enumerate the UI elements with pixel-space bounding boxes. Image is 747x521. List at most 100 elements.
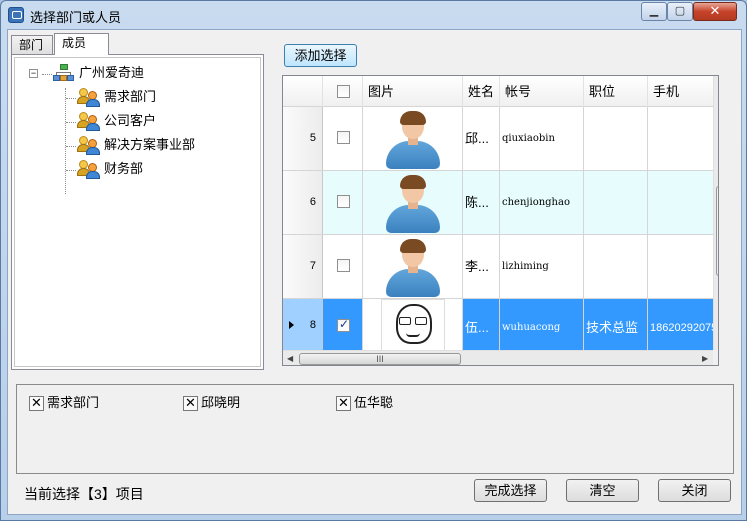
photo-cell: [363, 107, 463, 170]
org-tree[interactable]: − 广州爱奇迪 需求部门 公司客户 解决方案事业部 财务部: [14, 57, 261, 367]
row-header[interactable]: 6: [283, 171, 323, 234]
phone-cell: 18620292075: [648, 299, 714, 351]
user-group-icon: [77, 87, 101, 107]
account-cell: wuhuacong: [500, 299, 584, 351]
photo-cell: [363, 235, 463, 298]
title-bar: 选择部门或人员 ▁ ▢ ✕: [1, 1, 746, 29]
close-button[interactable]: 关闭: [658, 479, 731, 502]
selected-items-panel: ✕ 需求部门 ✕ 邱晓明 ✕ 伍华聪: [16, 384, 734, 474]
tree-guide-line: [65, 88, 66, 194]
current-row-arrow-icon: [289, 321, 294, 329]
selected-chip-label: 需求部门: [47, 395, 100, 410]
name-cell: 伍...: [463, 299, 500, 351]
tree-guide-line: [66, 146, 76, 147]
user-group-icon: [77, 159, 101, 179]
remove-icon[interactable]: ✕: [336, 396, 351, 412]
row-checkbox[interactable]: [337, 195, 350, 208]
position-cell: [584, 107, 648, 170]
user-group-icon: [77, 111, 101, 131]
column-header-phone[interactable]: 手机: [648, 76, 714, 107]
scroll-right-arrow-icon[interactable]: ▶: [702, 354, 708, 363]
column-header-name[interactable]: 姓名: [463, 76, 500, 107]
minimize-button[interactable]: ▁: [641, 2, 667, 21]
clear-button[interactable]: 清空: [566, 479, 639, 502]
name-cell: 邱...: [463, 107, 500, 170]
tab-department[interactable]: 部门: [11, 35, 53, 54]
org-tree-panel: − 广州爱奇迪 需求部门 公司客户 解决方案事业部 财务部: [11, 54, 264, 370]
row-checkbox[interactable]: [337, 131, 350, 144]
tree-node-root[interactable]: 广州爱奇迪: [79, 63, 144, 83]
row-header[interactable]: 8: [283, 299, 323, 351]
org-chart-icon: [53, 64, 75, 82]
sketch-portrait-image: [381, 299, 445, 351]
tree-guide-line: [66, 98, 76, 99]
remove-icon[interactable]: ✕: [183, 396, 198, 412]
row-checkbox-cell: [323, 171, 363, 234]
name-cell: 陈...: [463, 171, 500, 234]
position-cell: 技术总监: [584, 299, 648, 351]
select-all-header: [323, 76, 363, 107]
tree-guide-line: [66, 122, 76, 123]
photo-cell: [363, 171, 463, 234]
scroll-up-arrow-icon[interactable]: ▲: [718, 78, 719, 87]
phone-cell: [648, 235, 714, 298]
account-cell: qiuxiaobin: [500, 107, 584, 170]
selected-chip: ✕ 伍华聪: [336, 395, 393, 413]
table-row[interactable]: 7 李... lizhiming: [283, 235, 714, 299]
row-checkbox-cell: [323, 299, 363, 351]
row-header[interactable]: 7: [283, 235, 323, 298]
grid-header-corner: [283, 76, 323, 107]
tree-node-demand-dept[interactable]: 需求部门: [104, 87, 156, 107]
row-checkbox[interactable]: [337, 259, 350, 272]
account-cell: lizhiming: [500, 235, 584, 298]
selected-chip: ✕ 邱晓明: [183, 395, 240, 413]
close-window-button[interactable]: ✕: [693, 2, 737, 21]
tree-collapse-toggle[interactable]: −: [29, 69, 38, 78]
position-cell: [584, 171, 648, 234]
table-row-selected[interactable]: 8 伍... wuhuacong 技术总监 18620292075: [283, 299, 714, 351]
table-row[interactable]: 5 邱... qiuxiaobin: [283, 107, 714, 171]
row-index: 8: [309, 319, 316, 331]
row-checkbox[interactable]: [337, 317, 350, 332]
row-checkbox-cell: [323, 235, 363, 298]
tree-guide-line: [66, 170, 76, 171]
maximize-button[interactable]: ▢: [667, 2, 693, 21]
app-icon: [8, 7, 24, 23]
tab-member[interactable]: 成员: [54, 33, 109, 55]
member-grid: 图片 姓名 帐号 职位 手机 5 邱... qiuxiaobin 6 陈... …: [282, 75, 719, 366]
selected-chip-label: 伍华聪: [354, 395, 394, 410]
selected-chip: ✕ 需求部门: [29, 395, 99, 413]
grid-header: 图片 姓名 帐号 职位 手机: [283, 76, 714, 107]
window-title: 选择部门或人员: [30, 10, 122, 25]
default-avatar-icon: [383, 175, 443, 233]
vertical-scrollbar[interactable]: ▲ ≡: [713, 76, 719, 350]
tree-guide-line: [42, 74, 52, 75]
column-header-position[interactable]: 职位: [584, 76, 648, 107]
phone-cell: [648, 171, 714, 234]
vertical-scroll-thumb[interactable]: ≡: [716, 186, 718, 276]
tree-node-company-clients[interactable]: 公司客户: [104, 111, 156, 131]
default-avatar-icon: [383, 111, 443, 169]
dialog-window: 选择部门或人员 ▁ ▢ ✕ 部门 成员 − 广州爱奇迪 需求部门 公司客户 解决…: [0, 0, 747, 521]
column-header-account[interactable]: 帐号: [500, 76, 584, 107]
tree-node-solutions-division[interactable]: 解决方案事业部: [104, 135, 195, 155]
phone-cell: [648, 107, 714, 170]
column-header-photo[interactable]: 图片: [363, 76, 463, 107]
user-group-icon: [77, 135, 101, 155]
table-row[interactable]: 6 陈... chenjionghao: [283, 171, 714, 235]
scroll-left-arrow-icon[interactable]: ◀: [287, 354, 293, 363]
tree-node-finance-dept[interactable]: 财务部: [104, 159, 143, 179]
horizontal-scroll-thumb[interactable]: III: [299, 353, 461, 365]
row-header[interactable]: 5: [283, 107, 323, 170]
remove-icon[interactable]: ✕: [29, 396, 44, 412]
add-selection-button[interactable]: 添加选择: [284, 44, 357, 67]
finish-selection-button[interactable]: 完成选择: [474, 479, 547, 502]
select-all-checkbox[interactable]: [337, 85, 350, 98]
dialog-client-area: 部门 成员 − 广州爱奇迪 需求部门 公司客户 解决方案事业部 财务部 添加选择…: [7, 29, 742, 515]
horizontal-scrollbar[interactable]: ◀ III ▶: [283, 350, 713, 365]
photo-cell: [363, 299, 463, 351]
row-checkbox-cell: [323, 107, 363, 170]
selected-chip-label: 邱晓明: [201, 395, 241, 410]
selection-count-status: 当前选择【3】项目: [24, 486, 144, 502]
name-cell: 李...: [463, 235, 500, 298]
